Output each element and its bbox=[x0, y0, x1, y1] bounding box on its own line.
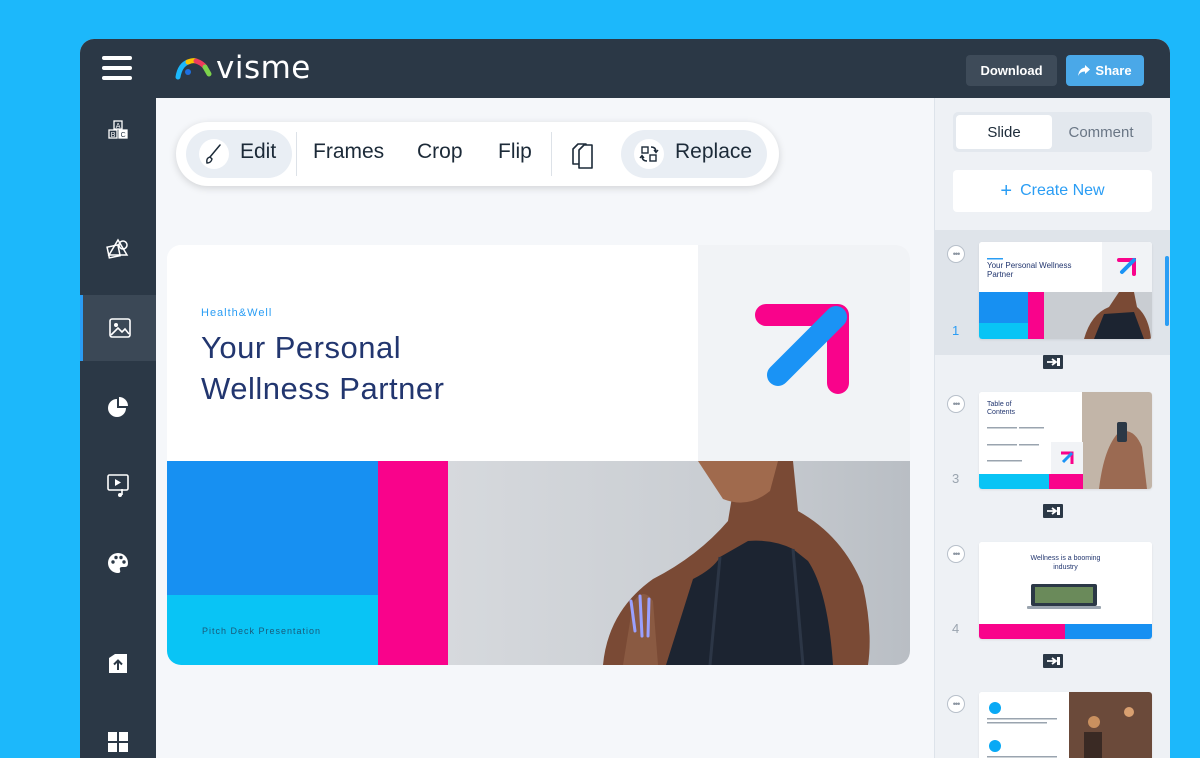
svg-text:B: B bbox=[111, 132, 116, 139]
palette-icon bbox=[108, 553, 128, 573]
slide-canvas[interactable]: Health&Well Your Personal Wellness Partn… bbox=[167, 245, 910, 665]
slide-thumbnail[interactable]: Wellness is a booming industry bbox=[979, 542, 1152, 639]
image-toolbar: Edit Frames Crop Flip Replace bbox=[176, 122, 779, 186]
slide-thumbnail-title: Your Personal Wellness Partner bbox=[987, 261, 1072, 279]
slide-title-line1: Your Personal bbox=[201, 330, 402, 365]
sidebar-item-text[interactable]: A B C bbox=[80, 99, 156, 165]
arrow-logo-icon bbox=[755, 304, 849, 394]
tab-comment[interactable]: Comment bbox=[1053, 115, 1149, 149]
slide-title-line2: Wellness Partner bbox=[201, 371, 445, 406]
replace-icon bbox=[633, 138, 665, 175]
replace-label: Replace bbox=[675, 140, 753, 163]
slide-subtitle: Health&Well bbox=[201, 307, 273, 319]
shapes-icon bbox=[106, 238, 129, 259]
slide-thumbnail-row[interactable]: ••• 3 Table of Contents bbox=[935, 390, 1170, 510]
pink-color-block bbox=[378, 461, 448, 665]
media-icon bbox=[107, 474, 129, 497]
image-icon bbox=[108, 318, 131, 338]
abc-blocks-icon: A B C bbox=[108, 120, 128, 139]
pitch-deck-label: Pitch Deck Presentation bbox=[202, 626, 322, 636]
svg-text:C: C bbox=[121, 132, 126, 139]
edit-label: Edit bbox=[240, 140, 277, 163]
slide-thumbnail[interactable]: Table of Contents bbox=[979, 392, 1152, 489]
duplicate-button[interactable] bbox=[569, 140, 597, 175]
blue-color-block bbox=[167, 461, 378, 595]
sidebar-item-shapes[interactable] bbox=[80, 216, 156, 282]
slide-1-preview bbox=[979, 242, 1152, 339]
svg-text:A: A bbox=[116, 123, 121, 130]
brush-icon bbox=[198, 138, 230, 175]
slide-thumbnail-title: Table of Contents bbox=[987, 401, 1016, 416]
download-button[interactable]: Download bbox=[966, 55, 1057, 86]
sidebar-item-upload[interactable] bbox=[80, 630, 156, 696]
more-options-icon[interactable]: ••• bbox=[947, 695, 965, 713]
left-sidebar: A B C bbox=[80, 98, 156, 758]
slides-panel: Slide Comment + Create New ••• 1 Your Pe… bbox=[934, 98, 1170, 758]
app-logo[interactable]: visme bbox=[174, 50, 311, 86]
slide-thumbnail[interactable]: Your Personal Wellness Partner bbox=[979, 242, 1152, 339]
slide-number: 1 bbox=[952, 323, 960, 338]
sidebar-item-photos[interactable] bbox=[80, 295, 156, 361]
toolbar-divider bbox=[551, 132, 552, 176]
hamburger-menu-icon[interactable] bbox=[102, 56, 132, 80]
plus-icon: + bbox=[1000, 180, 1013, 202]
sidebar-item-media[interactable] bbox=[80, 452, 156, 518]
panel-tabs: Slide Comment bbox=[953, 112, 1152, 152]
create-new-button[interactable]: + Create New bbox=[953, 170, 1152, 212]
create-new-label: Create New bbox=[1020, 182, 1105, 199]
transition-icon[interactable] bbox=[1042, 503, 1064, 519]
slide-thumbnail[interactable] bbox=[979, 692, 1152, 758]
slide-thumbnail-title: Wellness is a booming industry bbox=[1030, 555, 1101, 571]
pie-chart-icon bbox=[108, 397, 128, 417]
upload-icon bbox=[109, 654, 127, 673]
canvas-area: Edit Frames Crop Flip Replace Health&Wel… bbox=[156, 98, 934, 758]
share-label: Share bbox=[1095, 63, 1132, 78]
app-window: visme Download Share A B C Edit Frames C… bbox=[80, 39, 1170, 758]
slide-5-preview bbox=[979, 692, 1152, 758]
slide-title: Your Personal Wellness Partner bbox=[201, 327, 581, 409]
slide-number: 3 bbox=[952, 471, 960, 486]
sidebar-item-charts[interactable] bbox=[80, 374, 156, 440]
slide-thumbnail-row[interactable]: ••• 4 Wellness is a booming industry bbox=[935, 540, 1170, 660]
flip-button[interactable]: Flip bbox=[498, 140, 532, 164]
app-name: visme bbox=[216, 49, 311, 86]
transition-icon[interactable] bbox=[1042, 354, 1064, 370]
toolbar-divider bbox=[296, 132, 297, 176]
crop-button[interactable]: Crop bbox=[417, 140, 463, 164]
transition-icon[interactable] bbox=[1042, 653, 1064, 669]
tab-slide[interactable]: Slide bbox=[956, 115, 1052, 149]
panel-scrollbar[interactable] bbox=[1165, 256, 1169, 326]
slide-thumbnail-row[interactable]: ••• 1 Your Personal Wellness Partner bbox=[935, 230, 1170, 355]
duplicate-icon bbox=[572, 143, 593, 169]
visme-logo-icon bbox=[175, 58, 212, 80]
sidebar-item-theme[interactable] bbox=[80, 530, 156, 596]
slide-thumbnail-row[interactable]: ••• bbox=[935, 690, 1170, 758]
more-options-icon[interactable]: ••• bbox=[947, 245, 965, 263]
frames-button[interactable]: Frames bbox=[313, 140, 384, 164]
slide-logo-area bbox=[698, 245, 910, 461]
more-options-icon[interactable]: ••• bbox=[947, 395, 965, 413]
share-arrow-icon bbox=[1078, 65, 1091, 76]
sidebar-item-apps[interactable] bbox=[80, 709, 156, 758]
woman-photo[interactable] bbox=[448, 461, 910, 665]
slide-number: 4 bbox=[952, 621, 960, 636]
grid-icon bbox=[108, 732, 128, 752]
top-bar: visme Download Share bbox=[80, 39, 1170, 98]
more-options-icon[interactable]: ••• bbox=[947, 545, 965, 563]
share-button[interactable]: Share bbox=[1066, 55, 1144, 86]
